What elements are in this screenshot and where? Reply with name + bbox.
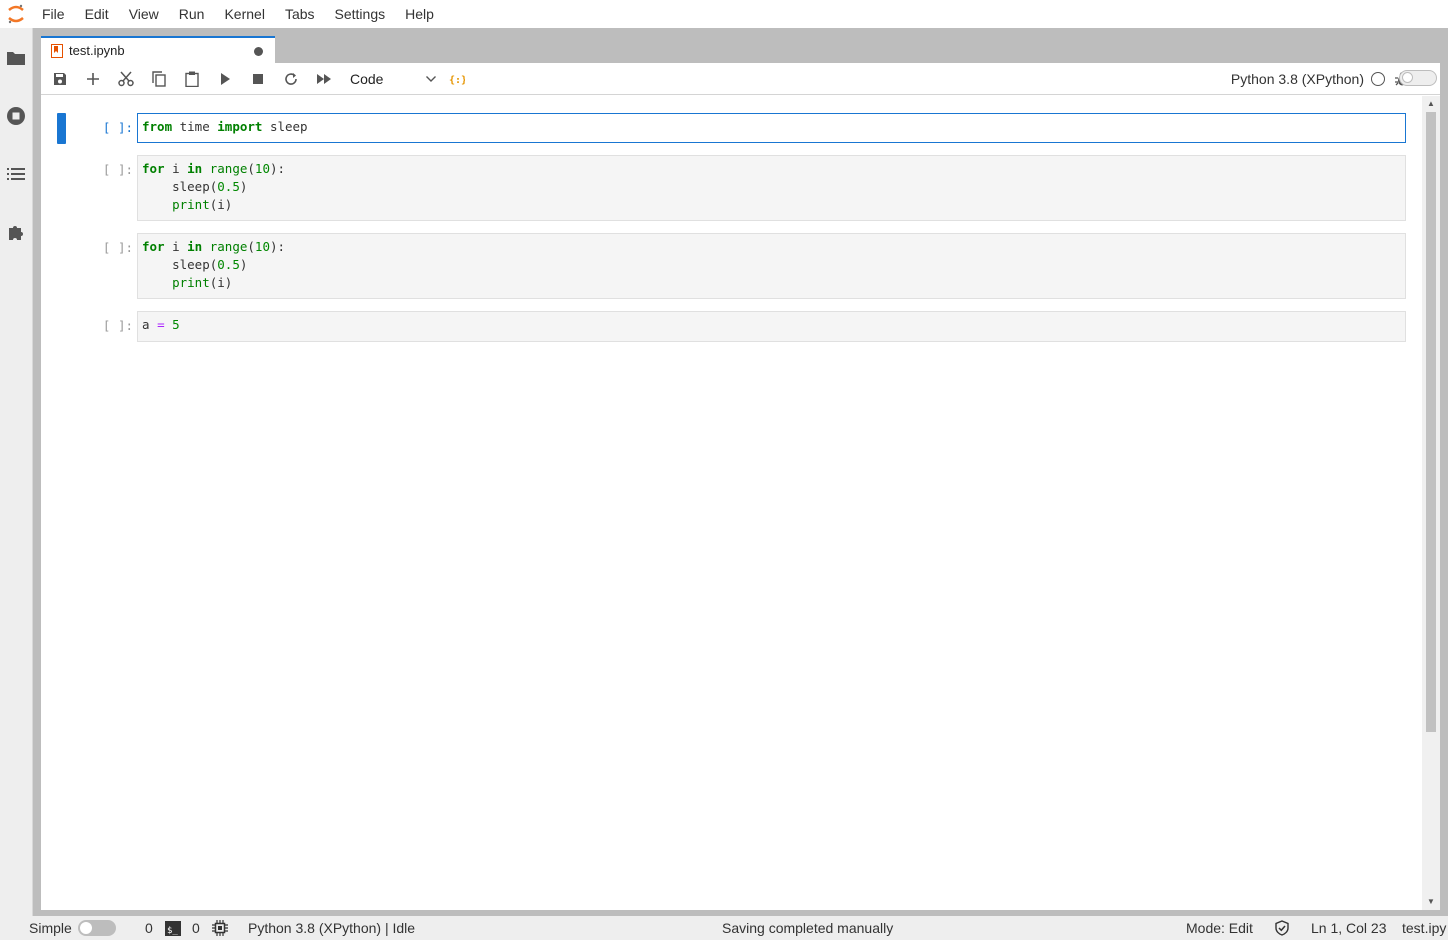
folder-icon[interactable]	[4, 46, 28, 70]
menu-settings[interactable]: Settings	[325, 0, 396, 28]
add-cell-button[interactable]	[76, 63, 109, 95]
scroll-thumb[interactable]	[1426, 112, 1436, 732]
running-sessions-icon[interactable]	[4, 104, 28, 128]
table-of-contents-icon[interactable]	[4, 162, 28, 186]
current-filename: test.ipy	[1402, 920, 1447, 936]
cell-prompt: [ ]:	[102, 120, 133, 135]
stop-icon	[252, 73, 263, 84]
fast-forward-icon	[316, 73, 331, 84]
notebook-panel: Code {:} Python 3.8 (XPython)	[41, 63, 1440, 910]
terminal-icon[interactable]: $_	[165, 921, 181, 939]
menu-help[interactable]: Help	[395, 0, 444, 28]
editor-mode[interactable]: Mode: Edit	[1186, 920, 1253, 936]
cut-button[interactable]	[109, 63, 142, 95]
kernel-name[interactable]: Python 3.8 (XPython)	[1231, 71, 1364, 87]
cell-editor[interactable]: a = 5	[137, 311, 1406, 342]
cell-editor[interactable]: from time import sleep	[137, 113, 1406, 143]
restart-run-all-button[interactable]	[307, 63, 340, 95]
jupyter-logo-icon	[0, 0, 32, 28]
simple-mode-toggle[interactable]	[78, 920, 116, 936]
paste-icon	[184, 71, 199, 87]
unsaved-dot-icon[interactable]	[254, 47, 263, 56]
cell-prompt: [ ]:	[102, 162, 133, 177]
copy-icon	[151, 70, 166, 87]
tab-bar: test.ipynb	[33, 28, 1448, 63]
menu-run[interactable]: Run	[169, 0, 215, 28]
terminals-count[interactable]: 0	[145, 920, 153, 936]
tab-label: test.ipynb	[69, 43, 125, 58]
restart-kernel-button[interactable]	[274, 63, 307, 95]
cell-editor[interactable]: for i in range(10): sleep(0.5) print(i)	[137, 155, 1406, 221]
notebook-cells: [ ]: from time import sleep [ ]: for i i…	[41, 96, 1422, 910]
status-message: Saving completed manually	[722, 920, 894, 936]
kernel-status[interactable]: Python 3.8 (XPython) | Idle	[248, 920, 415, 936]
cell-prompt: [ ]:	[102, 318, 133, 333]
scissors-icon	[117, 71, 134, 86]
left-sidebar	[0, 28, 33, 916]
play-icon	[220, 72, 230, 85]
svg-text:{:}: {:}	[449, 75, 465, 85]
menu-tabs[interactable]: Tabs	[275, 0, 325, 28]
copy-button[interactable]	[142, 63, 175, 95]
extension-puzzle-icon[interactable]	[4, 220, 28, 244]
cell-type-select[interactable]: Code	[346, 67, 440, 91]
cursor-position[interactable]: Ln 1, Col 23	[1311, 920, 1387, 936]
refresh-icon	[284, 72, 297, 85]
scroll-down-icon[interactable]: ▼	[1426, 897, 1436, 907]
save-button[interactable]	[43, 63, 76, 95]
active-cell-indicator	[57, 113, 66, 144]
menu-edit[interactable]: Edit	[75, 0, 119, 28]
menu-kernel[interactable]: Kernel	[214, 0, 274, 28]
svg-text:$_: $_	[167, 926, 178, 936]
paste-button[interactable]	[175, 63, 208, 95]
main-dock: test.ipynb Code {: Python 3.8 (XPython) …	[33, 28, 1448, 916]
tab-test-notebook[interactable]: test.ipynb	[41, 36, 275, 63]
cell-type-value: Code	[350, 70, 384, 87]
menubar: File Edit View Run Kernel Tabs Settings …	[0, 0, 1448, 28]
menu-file[interactable]: File	[32, 0, 75, 28]
scroll-up-icon[interactable]: ▲	[1426, 99, 1436, 109]
interrupt-kernel-button[interactable]	[241, 63, 274, 95]
trusted-shield-icon[interactable]	[1274, 920, 1290, 939]
braces-icon: {:}	[449, 75, 465, 85]
cell-editor[interactable]: for i in range(10): sleep(0.5) print(i)	[137, 233, 1406, 299]
notebook-toolbar: Code {:} Python 3.8 (XPython)	[41, 63, 1440, 95]
status-bar: Simple 0 $_ 0 Python 3.8 (XPython) | Idl…	[0, 916, 1448, 940]
simple-mode-label: Simple	[29, 920, 72, 936]
cpu-chip-icon[interactable]	[212, 920, 228, 939]
debugger-toggle[interactable]	[1399, 70, 1437, 86]
menu-view[interactable]: View	[119, 0, 169, 28]
chevron-down-icon	[426, 75, 436, 82]
run-cell-button[interactable]	[208, 63, 241, 95]
plus-icon	[86, 72, 99, 85]
kernel-idle-circle-icon	[1371, 72, 1385, 86]
notebook-icon	[51, 43, 63, 58]
save-icon	[53, 72, 66, 85]
variable-inspector-button[interactable]: {:}	[440, 63, 473, 95]
cell-prompt: [ ]:	[102, 240, 133, 255]
vertical-scrollbar[interactable]: ▲ ▼	[1422, 96, 1440, 910]
kernels-count[interactable]: 0	[192, 920, 200, 936]
